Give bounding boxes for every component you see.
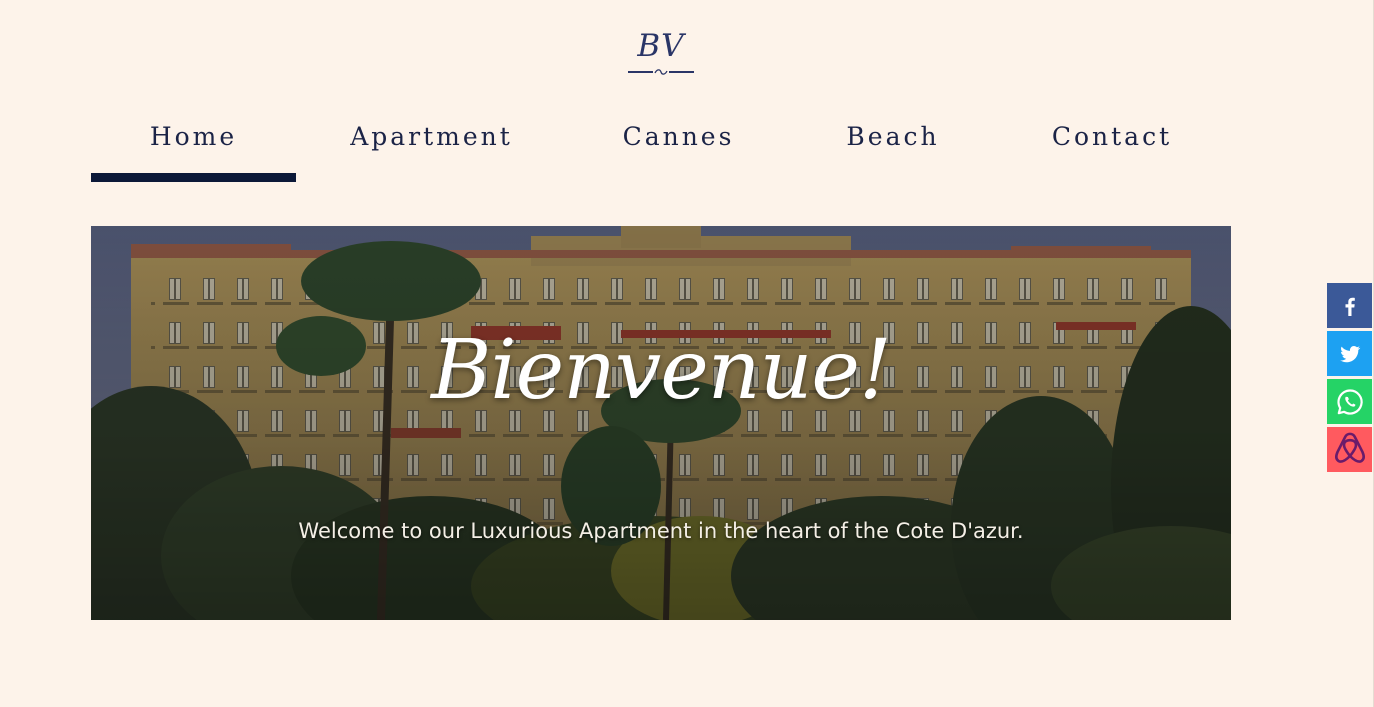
share-twitter-button[interactable] [1327, 331, 1372, 376]
hero-subtitle: Welcome to our Luxurious Apartment in th… [298, 519, 1024, 543]
twitter-icon [1339, 345, 1360, 362]
share-airbnb-button[interactable] [1327, 427, 1372, 472]
whatsapp-icon [1336, 388, 1363, 415]
nav-item-beach[interactable]: Beach [826, 108, 960, 182]
nav-item-home[interactable]: Home [91, 108, 296, 182]
share-facebook-button[interactable] [1327, 283, 1372, 328]
hero-background-image [91, 226, 1231, 620]
facebook-icon [1345, 297, 1355, 316]
nav-item-apartment[interactable]: Apartment [334, 108, 529, 182]
airbnb-icon [1334, 432, 1365, 463]
main-nav: Home Apartment Cannes Beach Contact [91, 108, 1231, 182]
nav-item-contact[interactable]: Contact [1036, 108, 1188, 182]
logo-ornament-icon [628, 69, 694, 75]
share-whatsapp-button[interactable] [1327, 379, 1372, 424]
site-logo[interactable]: BV [627, 28, 695, 78]
logo-monogram: BV [637, 28, 685, 64]
hero-banner: Bienvenue! Welcome to our Luxurious Apar… [91, 226, 1231, 620]
nav-item-cannes[interactable]: Cannes [601, 108, 756, 182]
hero-title: Bienvenue! [431, 323, 892, 418]
